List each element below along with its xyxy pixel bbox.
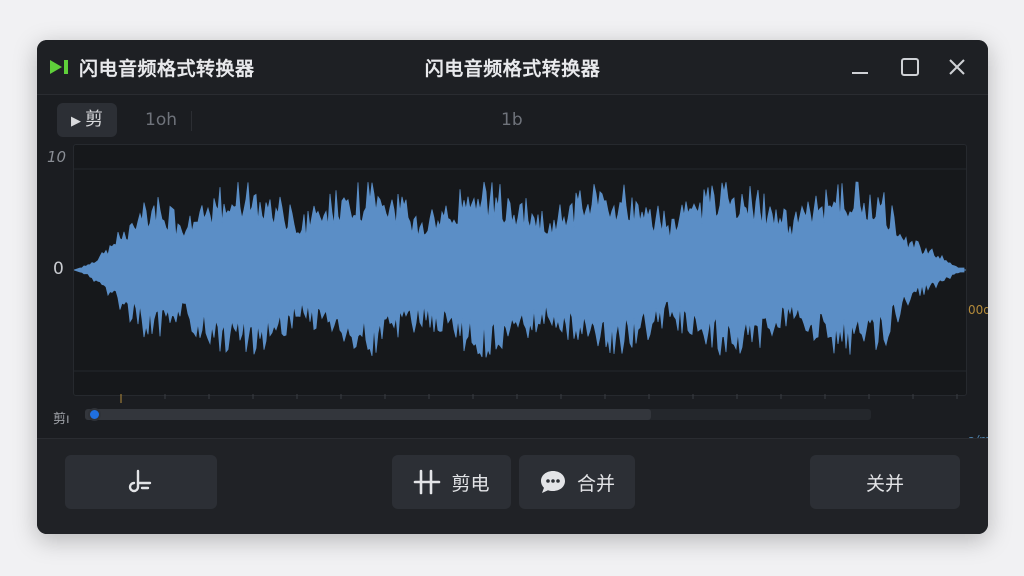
y-axis-zero-label: 0 [53, 259, 64, 279]
timeline-ruler [120, 394, 958, 403]
progress-fill [85, 409, 651, 420]
cut-tool-button[interactable]: ▶ 剪 [57, 103, 117, 137]
progress-label: 剪ı [53, 412, 70, 427]
y-axis-top-label: 10 [47, 148, 67, 166]
timeline-tick-label: 1oh [145, 110, 177, 130]
trim-button[interactable]: 剪电 [392, 455, 511, 509]
right-marker-top: 00d [968, 303, 988, 317]
split-trim-button[interactable] [65, 455, 217, 509]
close-button[interactable]: 关并 [810, 455, 960, 509]
app-window: 闪电音频格式转换器 闪电音频格式转换器 ▶剪 1oh 1b 10 0 00d ɔ… [37, 40, 988, 534]
toolbar-divider [191, 111, 192, 131]
waveform-view[interactable]: 00d ɔ/ml [73, 144, 988, 447]
maximize-icon[interactable] [899, 56, 921, 78]
cut-tool-label: 剪 [85, 109, 103, 130]
minimize-icon[interactable] [849, 56, 871, 78]
progress-track[interactable] [85, 408, 871, 421]
waveform-canvas[interactable] [74, 145, 966, 395]
progress-knob[interactable] [88, 408, 101, 421]
title-bar: 闪电音频格式转换器 闪电音频格式转换器 [37, 40, 988, 95]
timeline-tick-label: 1b [501, 110, 523, 130]
trim-button-label: 剪电 [451, 472, 490, 495]
action-bar: 剪电 合并 关并 [37, 438, 988, 534]
close-icon[interactable] [946, 56, 968, 78]
cut-bars-icon [414, 469, 441, 495]
close-button-label: 关并 [865, 472, 904, 495]
chat-bubble-icon [540, 471, 565, 493]
merge-button-label: 合并 [576, 472, 615, 495]
window-title: 闪电音频格式转换器 [424, 58, 601, 80]
toolbar: ▶ 剪 1oh 1b [37, 95, 988, 145]
merge-button[interactable]: 合并 [519, 455, 635, 509]
split-trim-icon [128, 469, 152, 493]
play-marker-icon: ▶ [71, 114, 81, 129]
